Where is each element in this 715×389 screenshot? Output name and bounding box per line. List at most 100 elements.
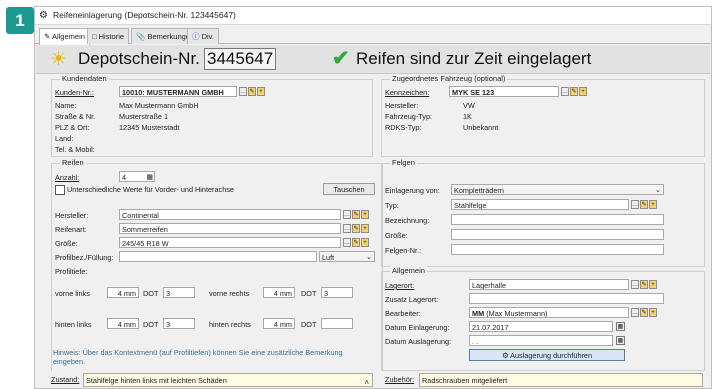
zubehoer-input[interactable]: Radschrauben mitgeliefert (419, 373, 703, 387)
bezeichnung-label: Bezeichnung: (385, 216, 430, 225)
new-icon[interactable]: + (579, 87, 587, 96)
browse-button[interactable]: … (631, 280, 639, 289)
groesse-input[interactable]: 245/45 R18 W (119, 237, 341, 248)
info-icon: ⓘ (192, 32, 200, 41)
einlagerung-select[interactable]: Kompletträdern ⌄ (451, 184, 664, 195)
hinten-links-dot-input[interactable]: 3 (163, 318, 195, 329)
datum-einlagerung-label: Datum Einlagerung: (385, 323, 450, 332)
kennzeichen-label: Kennzeichen: (385, 88, 430, 97)
anzahl-input[interactable]: 4 ▦ (119, 171, 155, 182)
profilbez-input[interactable] (119, 251, 317, 262)
datum-auslagerung-input[interactable]: . . (469, 335, 613, 346)
lagerort-buttons: … ✎ + (631, 280, 657, 289)
plz-value: 12345 Musterstadt (119, 123, 180, 132)
reifen-title: Reifen (60, 158, 86, 167)
hersteller-label: Hersteller: (55, 211, 89, 220)
browse-button[interactable]: … (343, 224, 351, 233)
new-icon[interactable]: + (649, 200, 657, 209)
browse-button[interactable]: … (561, 87, 569, 96)
new-icon[interactable]: + (649, 308, 657, 317)
hinten-links-label: hinten links (55, 320, 92, 329)
kennzeichen-buttons: … ✎ + (561, 87, 587, 96)
new-icon[interactable]: + (361, 224, 369, 233)
tauschen-button[interactable]: Tauschen (323, 183, 375, 195)
fuellung-select[interactable]: Luft ⌄ (319, 251, 375, 262)
felgen-groesse-input[interactable] (451, 229, 664, 240)
profilbez-label: Profilbez./Füllung: (55, 253, 114, 262)
felgen-nr-label: Felgen-Nr.: (385, 246, 422, 255)
window-title: Reifeneinlagerung (Depotschein-Nr. 12344… (53, 10, 236, 20)
calendar-icon[interactable]: ▦ (616, 336, 625, 345)
new-icon[interactable]: + (361, 210, 369, 219)
tire-icon: ⚙ (39, 10, 48, 21)
unterschiedlich-label: Unterschiedliche Werte für Vorder- und H… (67, 185, 234, 194)
browse-button[interactable]: … (343, 238, 351, 247)
vorne-links-dot-input[interactable]: 3 (163, 287, 195, 298)
calendar-icon[interactable]: ▦ (616, 322, 625, 331)
auslagerung-button[interactable]: ⚙ Auslagerung durchführen (469, 349, 625, 361)
zustand-input[interactable]: Stahlfelge hinten links mit leichten Sch… (83, 373, 373, 387)
tire-icon: ⚙ (501, 351, 509, 360)
hersteller-input[interactable]: Continental (119, 209, 341, 220)
vorne-rechts-label: vorne rechts (209, 289, 250, 298)
dot-label: DOT (301, 320, 317, 329)
felgen-typ-input[interactable]: Stahlfelge (451, 199, 629, 210)
zusatz-lagerort-label: Zusatz Lagerort: (385, 295, 439, 304)
edit-icon[interactable]: ✎ (352, 238, 360, 247)
hersteller-buttons: … ✎ + (343, 210, 369, 219)
browse-button[interactable]: … (631, 200, 639, 209)
lagerort-input[interactable]: Lagerhalle (469, 279, 629, 290)
browse-button[interactable]: … (239, 87, 247, 96)
unterschiedlich-checkbox[interactable] (55, 185, 65, 195)
rdks-value: Unbekannt (463, 123, 499, 132)
bezeichnung-input[interactable] (451, 214, 664, 225)
browse-button[interactable]: … (343, 210, 351, 219)
fz-hersteller-label: Hersteller: (385, 101, 419, 110)
dot-label: DOT (301, 289, 317, 298)
edit-icon[interactable]: ✎ (248, 87, 256, 96)
datum-einlagerung-input[interactable]: 21.07.2017 (469, 321, 613, 332)
edit-icon[interactable]: ✎ (570, 87, 578, 96)
reifeneinlagerung-window: ⚙ Reifeneinlagerung (Depotschein-Nr. 123… (34, 6, 712, 389)
new-icon[interactable]: + (649, 280, 657, 289)
kunden-nr-input[interactable]: 10010: MUSTERMANN GMBH (119, 86, 237, 97)
rdks-label: RDKS-Typ: (385, 123, 422, 132)
felgen-title: Felgen (390, 158, 417, 167)
edit-icon[interactable]: ✎ (352, 210, 360, 219)
vorne-links-mm-input[interactable]: 4 mm (107, 287, 139, 298)
tab-historie[interactable]: □ Historie (87, 28, 130, 44)
new-icon[interactable]: + (257, 87, 265, 96)
groesse-label: Größe: (55, 239, 78, 248)
sun-icon: ☀ (50, 49, 68, 70)
status-text: Reifen sind zur Zeit eingelagert (356, 49, 592, 68)
chevron-up-icon[interactable]: ˄ (364, 376, 369, 386)
allgemein-title: Allgemein (390, 266, 427, 275)
felgen-nr-input[interactable] (451, 244, 664, 255)
hinten-links-mm-input[interactable]: 4 mm (107, 318, 139, 329)
browse-button[interactable]: … (631, 308, 639, 317)
hinten-rechts-dot-input[interactable] (321, 318, 353, 329)
edit-icon[interactable]: ✎ (352, 224, 360, 233)
kunden-nr-label: Kunden-Nr.: (55, 88, 94, 97)
edit-icon[interactable]: ✎ (640, 308, 648, 317)
hinten-rechts-mm-input[interactable]: 4 mm (263, 318, 295, 329)
reifenart-input[interactable]: Sommerreifen (119, 223, 341, 234)
status-header: ☀ Depotschein-Nr. 3445647 ✔ Reifen sind … (36, 45, 710, 74)
edit-icon[interactable]: ✎ (640, 280, 648, 289)
new-icon[interactable]: + (361, 238, 369, 247)
chevron-down-icon: ⌄ (366, 254, 372, 261)
edit-icon[interactable]: ✎ (640, 200, 648, 209)
calculator-icon[interactable]: ▦ (146, 172, 153, 181)
tab-div[interactable]: ⓘ Div. (187, 28, 219, 44)
lagerort-label: Lagerort: (385, 281, 415, 290)
bearbeiter-input[interactable]: MM (Max Mustermann) (469, 307, 629, 318)
zusatz-lagerort-input[interactable] (469, 293, 664, 304)
vorne-rechts-dot-input[interactable]: 3 (321, 287, 353, 298)
kennzeichen-input[interactable]: MYK SE 123 (449, 86, 559, 97)
vorne-rechts-mm-input[interactable]: 4 mm (263, 287, 295, 298)
tab-allgemein[interactable]: ✎ Allgemein (39, 28, 90, 45)
fz-hersteller-value: VW (463, 101, 475, 110)
dot-label: DOT (143, 289, 159, 298)
fahrzeug-title: Zugeordnetes Fahrzeug (optional) (390, 74, 508, 83)
kunden-nr-buttons: … ✎ + (239, 87, 265, 96)
